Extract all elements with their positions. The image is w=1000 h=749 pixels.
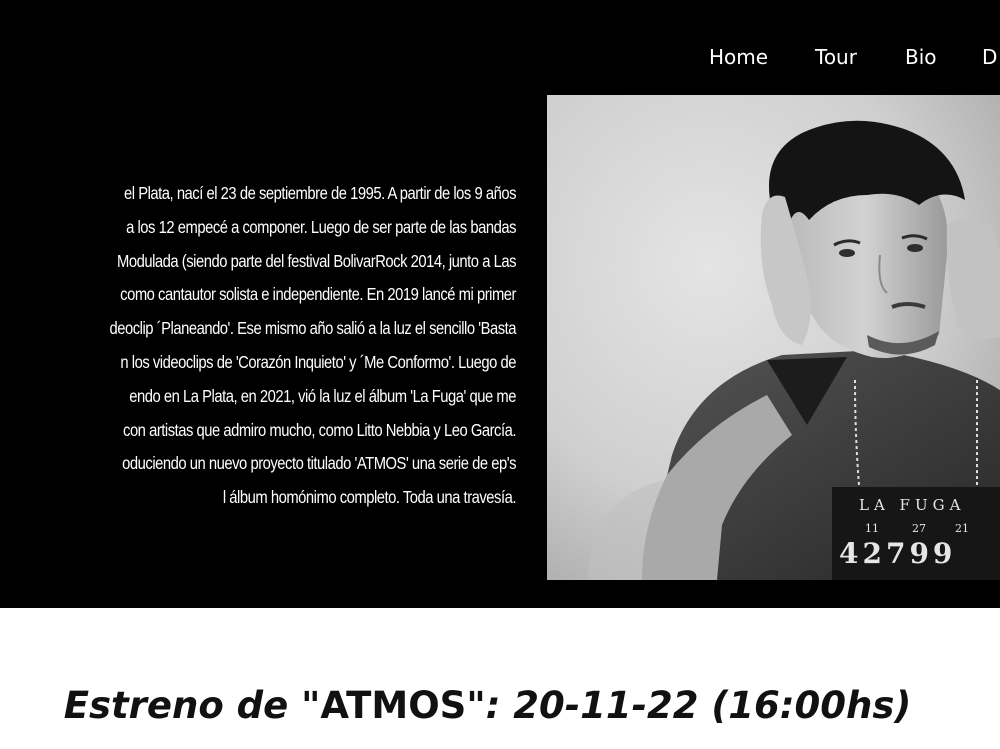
board-number: 42799 bbox=[839, 537, 956, 570]
bio-line: l álbum homónimo completo. Toda una trav… bbox=[222, 487, 517, 508]
nav-bio-link[interactable]: Bio bbox=[905, 43, 937, 71]
bio-line: el Plata, nací el 23 de septiembre de 19… bbox=[124, 183, 516, 203]
board-title: LA FUGA bbox=[859, 496, 965, 514]
nav-home-link[interactable]: Home bbox=[709, 43, 768, 71]
nav-cut-off-link[interactable]: D bbox=[982, 43, 997, 71]
artist-photo: LA FUGA 11 27 21 42799 bbox=[547, 95, 1000, 580]
bio-line: n los videoclips de 'Corazón Inquieto' y… bbox=[120, 351, 516, 372]
board-date-1: 11 bbox=[865, 522, 879, 535]
release-title: "ATMOS" bbox=[301, 684, 486, 727]
board-date-2: 27 bbox=[912, 522, 926, 535]
hero-section: Home Tour Bio D el Plata, nací el 23 de … bbox=[0, 0, 1000, 608]
nav-tour-link[interactable]: Tour bbox=[815, 43, 857, 71]
bio-line: deoclip ´Planeando'. Ese mismo año salió… bbox=[109, 318, 517, 339]
release-date: : 20-11-22 (16:00hs) bbox=[485, 684, 912, 727]
bio-line: con artistas que admiro mucho, como Litt… bbox=[123, 419, 516, 440]
release-prefix: Estreno de bbox=[63, 684, 302, 727]
bio-line: Modulada (siendo parte del festival Boli… bbox=[117, 250, 516, 271]
bio-line: endo en La Plata, en 2021, vió la luz el… bbox=[129, 385, 516, 406]
bio-text: el Plata, nací el 23 de septiembre de 19… bbox=[0, 177, 517, 515]
release-heading: Estreno de "ATMOS": 20-11-22 (16:00hs) bbox=[0, 680, 975, 732]
bio-line: como cantautor solista e independiente. … bbox=[120, 284, 516, 305]
bio-line: oduciendo un nuevo proyecto titulado 'AT… bbox=[122, 453, 516, 474]
board-date-3: 21 bbox=[955, 522, 969, 535]
bio-line: a los 12 empecé a componer. Luego de ser… bbox=[126, 216, 516, 237]
